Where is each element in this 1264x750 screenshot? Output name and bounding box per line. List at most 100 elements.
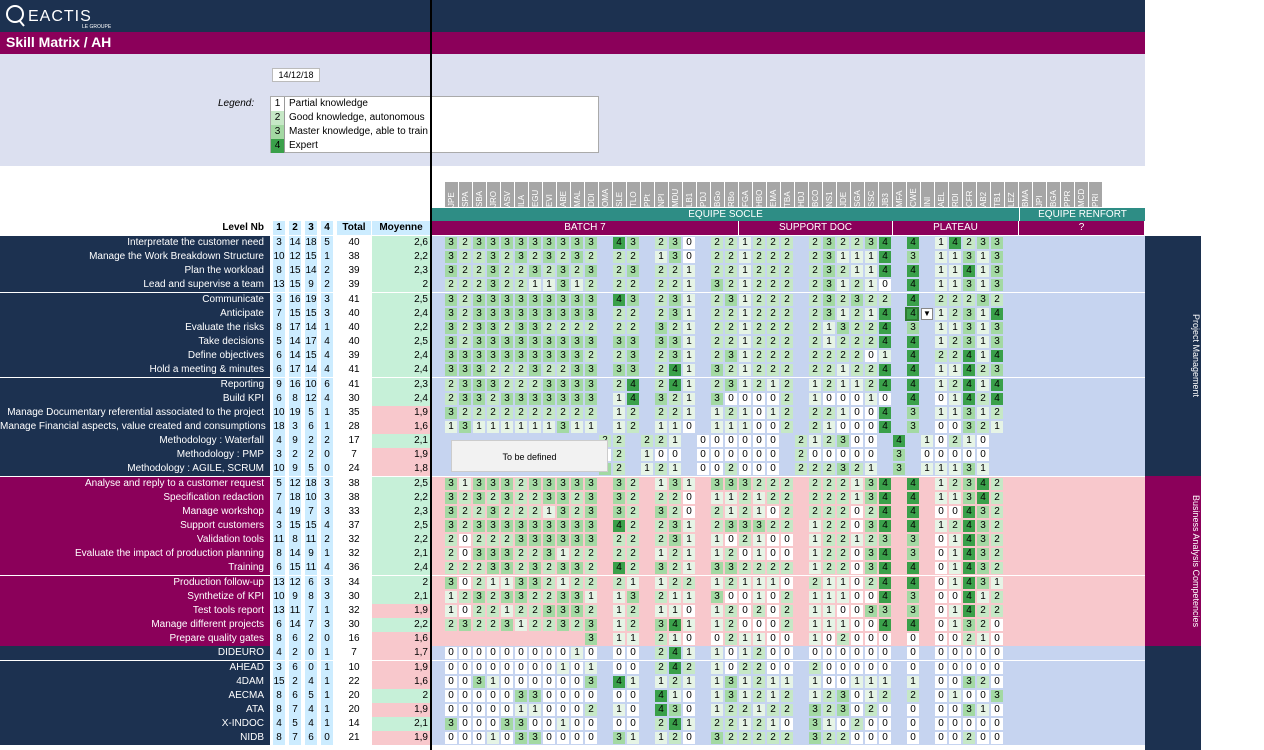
skill-cell[interactable]: 0 — [949, 449, 961, 462]
skill-cell[interactable]: 2 — [725, 237, 737, 249]
skill-cell[interactable]: 2 — [725, 619, 737, 632]
skill-cell[interactable]: 3 — [515, 732, 527, 745]
skill-cell[interactable]: 2 — [613, 378, 625, 391]
skill-cell[interactable]: 3 — [501, 392, 513, 405]
skill-cell[interactable]: 1 — [613, 633, 625, 646]
skill-cell[interactable]: 3 — [529, 336, 541, 349]
skill-cell[interactable]: 2 — [487, 406, 499, 419]
skill-cell[interactable]: 3 — [655, 392, 667, 405]
skill-cell[interactable]: 2 — [767, 520, 779, 532]
skill-cell[interactable]: 2 — [585, 321, 597, 334]
skill-cell[interactable]: 1 — [753, 505, 765, 518]
skill-cell[interactable]: 3 — [725, 520, 737, 532]
skill-cell[interactable]: 0 — [851, 661, 863, 674]
skill-cell[interactable]: 2 — [725, 548, 737, 561]
skill-cell[interactable]: 2 — [585, 406, 597, 419]
skill-cell[interactable]: 1 — [739, 420, 751, 433]
skill-cell[interactable]: 3 — [585, 265, 597, 278]
skill-cell[interactable]: 3 — [473, 307, 485, 320]
skill-cell[interactable]: 4 — [963, 265, 975, 278]
skill-cell[interactable]: 1 — [711, 491, 723, 504]
skill-cell[interactable]: 2 — [669, 576, 681, 589]
skill-cell[interactable]: 0 — [543, 732, 555, 745]
skill-cell[interactable]: 0 — [935, 420, 947, 433]
skill-cell[interactable]: 0 — [935, 647, 947, 660]
skill-cell[interactable]: 2 — [949, 520, 961, 532]
skill-cell[interactable]: 3 — [837, 463, 849, 476]
skill-cell[interactable]: 3 — [991, 336, 1003, 349]
skill-cell[interactable]: 0 — [865, 420, 877, 433]
skill-cell[interactable]: 3 — [991, 279, 1003, 292]
skill-cell[interactable]: 0 — [571, 732, 583, 745]
skill-cell[interactable]: 3 — [543, 548, 555, 561]
skill-cell[interactable]: 0 — [459, 576, 471, 589]
skill-cell[interactable]: 0 — [907, 647, 919, 660]
skill-cell[interactable]: 1 — [739, 336, 751, 349]
skill-cell[interactable]: 0 — [865, 350, 877, 363]
skill-cell[interactable]: 3 — [585, 534, 597, 547]
skill-cell[interactable]: 1 — [809, 378, 821, 391]
skill-cell[interactable]: 1 — [739, 307, 751, 320]
skill-cell[interactable]: 0 — [557, 732, 569, 745]
skill-cell[interactable]: 2 — [655, 590, 667, 603]
skill-cell[interactable]: 3 — [571, 237, 583, 249]
skill-cell[interactable]: 2 — [711, 718, 723, 731]
skill-cell[interactable]: 2 — [711, 378, 723, 391]
skill-cell[interactable]: 2 — [669, 675, 681, 688]
skill-cell[interactable]: 3 — [669, 293, 681, 306]
skill-cell[interactable]: 2 — [655, 406, 667, 419]
skill-cell[interactable]: 3 — [557, 562, 569, 575]
skill-cell[interactable]: 0 — [949, 732, 961, 745]
skill-cell[interactable]: 3 — [501, 520, 513, 532]
skill-cell[interactable]: 2 — [655, 293, 667, 306]
skill-cell[interactable]: 0 — [935, 435, 947, 448]
skill-cell[interactable]: 3 — [501, 562, 513, 575]
skill-cell[interactable]: 1 — [977, 378, 989, 391]
skill-cell[interactable]: 1 — [683, 307, 695, 320]
skill-cell[interactable]: 2 — [725, 279, 737, 292]
skill-cell[interactable]: 1 — [683, 520, 695, 532]
skill-cell[interactable]: 1 — [809, 675, 821, 688]
skill-cell[interactable]: 1 — [683, 548, 695, 561]
skill-cell[interactable]: 2 — [487, 619, 499, 632]
skill-cell[interactable]: 2 — [585, 548, 597, 561]
skill-cell[interactable]: 2 — [963, 633, 975, 646]
skill-cell[interactable]: 2 — [613, 251, 625, 264]
skill-cell[interactable]: 3 — [907, 590, 919, 603]
skill-cell[interactable]: 2 — [613, 265, 625, 278]
skill-cell[interactable]: 1 — [753, 703, 765, 716]
skill-cell[interactable]: 1 — [823, 718, 835, 731]
skill-cell[interactable]: 0 — [851, 647, 863, 660]
skill-cell[interactable]: 2 — [963, 293, 975, 306]
skill-cell[interactable]: 0 — [767, 548, 779, 561]
skill-cell[interactable]: 0 — [655, 449, 667, 462]
skill-cell[interactable]: 2 — [725, 718, 737, 731]
skill-cell[interactable]: 1 — [711, 675, 723, 688]
skill-cell[interactable]: 2 — [753, 293, 765, 306]
skill-cell[interactable]: 2 — [501, 378, 513, 391]
skill-cell[interactable]: 2 — [809, 279, 821, 292]
skill-cell[interactable]: 1 — [739, 689, 751, 702]
skill-cell[interactable]: 1 — [753, 590, 765, 603]
skill-cell[interactable]: 2 — [529, 378, 541, 391]
skill-cell[interactable]: 0 — [459, 604, 471, 617]
skill-cell[interactable]: 0 — [711, 449, 723, 462]
skill-cell[interactable]: 3 — [557, 520, 569, 532]
skill-cell[interactable]: 2 — [613, 534, 625, 547]
skill-cell[interactable]: 1 — [543, 279, 555, 292]
skill-cell[interactable]: 2 — [529, 406, 541, 419]
skill-cell[interactable]: 1 — [445, 420, 457, 433]
skill-cell[interactable]: 3 — [445, 321, 457, 334]
skill-cell[interactable]: 1 — [949, 279, 961, 292]
skill-cell[interactable]: 3 — [515, 336, 527, 349]
skill-cell[interactable]: 2 — [459, 491, 471, 504]
skill-cell[interactable]: 0 — [865, 590, 877, 603]
skill-cell[interactable]: 0 — [837, 420, 849, 433]
skill-cell[interactable]: 2 — [543, 562, 555, 575]
skill-cell[interactable]: 2 — [725, 633, 737, 646]
skill-cell[interactable]: 2 — [851, 336, 863, 349]
skill-cell[interactable]: 1 — [963, 435, 975, 448]
skill-cell[interactable]: 2 — [613, 548, 625, 561]
skill-cell[interactable]: 0 — [837, 647, 849, 660]
skill-cell[interactable]: 2 — [977, 619, 989, 632]
